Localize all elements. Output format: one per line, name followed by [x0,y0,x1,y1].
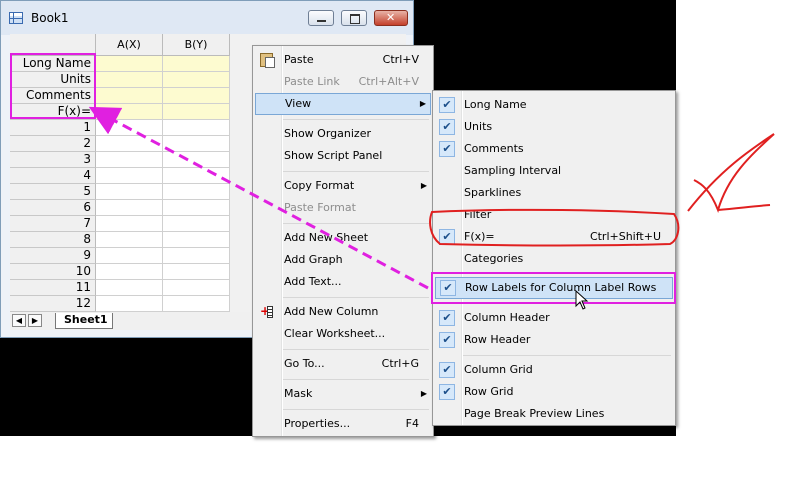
filter-fx-circle-annotation [429,208,680,247]
annotation-overlay [88,106,775,290]
pointer-arrow [88,106,429,290]
red-arrow-annotation [693,133,775,214]
mouse-cursor-icon [575,290,589,310]
